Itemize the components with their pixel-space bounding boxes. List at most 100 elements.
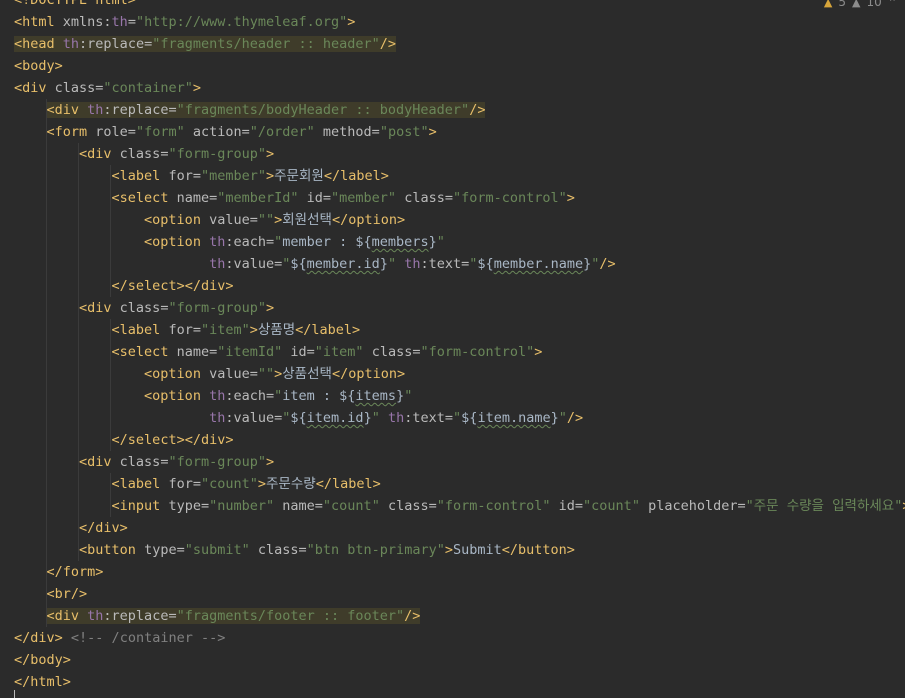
code-line[interactable]: </html>	[0, 671, 905, 693]
code-line[interactable]: <button type="submit" class="btn btn-pri…	[0, 539, 905, 561]
code-token: "member"	[200, 168, 266, 184]
code-token: </button>	[501, 542, 575, 558]
code-token: :value=	[225, 410, 283, 426]
code-line[interactable]: <div class="form-group">	[0, 451, 905, 473]
code-token: value=	[200, 212, 258, 228]
code-token: 상품명	[257, 322, 296, 338]
code-token: "form"	[135, 124, 185, 140]
code-token: "form-group"	[168, 454, 266, 470]
code-token: ${	[477, 256, 494, 272]
code-token: <option	[144, 388, 210, 404]
code-token: >	[428, 124, 437, 140]
code-token: }	[379, 256, 388, 272]
code-token: for=	[160, 322, 201, 338]
code-line[interactable]: <div th:replace="fragments/bodyHeader ::…	[0, 99, 905, 121]
code-token: id=	[298, 190, 332, 206]
code-token: :each=	[225, 388, 275, 404]
code-token: th	[209, 388, 226, 404]
code-line[interactable]: <div class="form-group">	[0, 297, 905, 319]
code-token: "container"	[103, 80, 193, 96]
code-line[interactable]: </select></div>	[0, 275, 905, 297]
code-line[interactable]: <option th:each="member : ${members}"	[0, 231, 905, 253]
code-line[interactable]: </body>	[0, 649, 905, 671]
code-line[interactable]: <label for="member">주문회원</label>	[0, 165, 905, 187]
code-token: "	[453, 410, 462, 426]
code-token: </body>	[14, 652, 71, 668]
code-line[interactable]: </div> <!-- /container -->	[0, 627, 905, 649]
code-token: name=	[168, 190, 218, 206]
code-line[interactable]: <option value="">상품선택</option>	[0, 363, 905, 385]
code-token: th	[387, 410, 405, 426]
code-token: th	[87, 608, 104, 624]
code-token: "number"	[209, 498, 275, 514]
code-line[interactable]: <body>	[0, 55, 905, 77]
code-token: member.id	[306, 256, 380, 272]
code-token: "fragments/header :: header"	[152, 36, 380, 52]
code-line[interactable]: <select name="itemId" id="item" class="f…	[0, 341, 905, 363]
code-line[interactable]: <br/>	[0, 583, 905, 605]
code-token: <div	[79, 146, 112, 162]
code-token: item.id	[306, 410, 364, 426]
code-token: <option	[144, 366, 201, 382]
code-line[interactable]: <input type="number" name="count" class=…	[0, 495, 905, 517]
code-line[interactable]: <option value="">회원선택</option>	[0, 209, 905, 231]
code-line[interactable]: <label for="item">상품명</label>	[0, 319, 905, 341]
code-token: >	[266, 168, 275, 184]
code-line[interactable]: th:value="${item.id}" th:text="${item.na…	[0, 407, 905, 429]
code-token: :replace=	[103, 102, 177, 118]
warnings-count: 5	[838, 0, 847, 9]
inspections-widget[interactable]: ▲ 5 ▲ 10 ⌃	[817, 0, 905, 10]
code-token: "form-control"	[420, 344, 535, 360]
code-line[interactable]: </select></div>	[0, 429, 905, 451]
code-token: item : ${	[282, 388, 356, 404]
code-token: th	[404, 256, 421, 272]
code-editor[interactable]: <!DOCTYPE html> <html xmlns:th="http://ww…	[0, 0, 905, 698]
code-line[interactable]: <div class="form-group">	[0, 143, 905, 165]
code-token: class=	[249, 542, 307, 558]
code-line[interactable]: <head th:replace="fragments/header :: he…	[0, 33, 905, 55]
code-token: />	[469, 102, 486, 118]
chevron-up-icon[interactable]: ⌃	[888, 0, 897, 9]
code-token: </html>	[14, 674, 71, 690]
weak-warning-triangle-icon: ▲	[852, 0, 861, 9]
code-line[interactable]: </div>	[0, 517, 905, 539]
code-line[interactable]: th:value="${member.id}" th:text="${membe…	[0, 253, 905, 275]
code-token: "itemId"	[217, 344, 283, 360]
code-line[interactable]: <div th:replace="fragments/footer :: foo…	[0, 605, 905, 627]
code-token: "/order"	[249, 124, 315, 140]
code-line[interactable]: <!DOCTYPE html>	[0, 0, 905, 11]
code-token: >	[249, 322, 258, 338]
code-token: >	[266, 300, 275, 316]
code-line[interactable]: <select name="memberId" id="member" clas…	[0, 187, 905, 209]
code-line[interactable]: <label for="count">주문수량</label>	[0, 473, 905, 495]
code-token: value=	[200, 366, 258, 382]
code-token: "form-group"	[168, 300, 266, 316]
code-token: member : ${	[282, 234, 372, 250]
code-token: th	[111, 14, 128, 30]
code-line[interactable]: <html xmlns:th="http://www.thymeleaf.org…	[0, 11, 905, 33]
code-token: th	[62, 36, 80, 52]
code-line[interactable]: <div class="container">	[0, 77, 905, 99]
code-line[interactable]: <option th:each="item : ${items}"	[0, 385, 905, 407]
code-token: <form	[46, 124, 88, 140]
code-token: th	[209, 234, 226, 250]
code-token: "	[404, 388, 413, 404]
code-token: "btn btn-primary"	[306, 542, 445, 558]
code-token: 주문회원	[274, 168, 324, 184]
code-token: class=	[111, 454, 169, 470]
code-line[interactable]: <form role="form" action="/order" method…	[0, 121, 905, 143]
code-token: >	[192, 80, 201, 96]
code-token: th	[87, 102, 104, 118]
code-line[interactable]: </form>	[0, 561, 905, 583]
code-token: 주문수량	[266, 476, 316, 492]
